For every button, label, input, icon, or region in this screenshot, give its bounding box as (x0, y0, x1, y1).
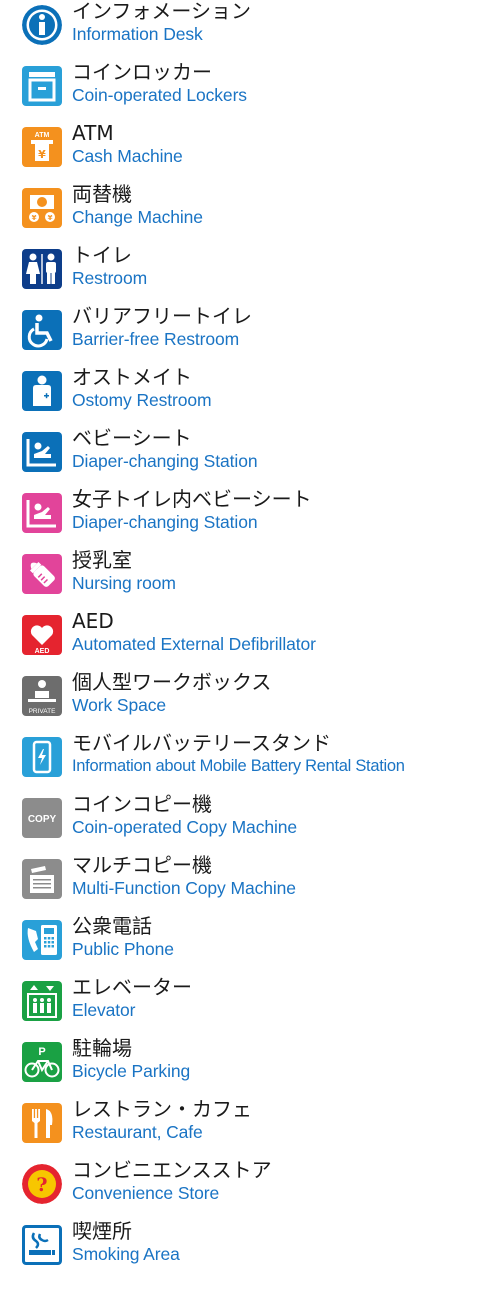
item-label-ja: マルチコピー機 (72, 853, 212, 877)
item-label-en: Ostomy Restroom (72, 390, 212, 410)
information-icon (22, 5, 62, 45)
legend-item-work-space: PRIVATE 個人型ワークボックス Work Space (22, 670, 492, 731)
smoking-icon (22, 1225, 62, 1265)
item-label-ja: バリアフリートイレ (72, 304, 252, 328)
legend-item-barrier-free: バリアフリートイレ Barrier-free Restroom (22, 304, 492, 365)
item-label-en: Barrier-free Restroom (72, 329, 240, 349)
item-label-ja: モバイルバッテリースタンド (72, 731, 331, 755)
legend-item-public-phone: 公衆電話 Public Phone (22, 914, 492, 975)
item-label-ja: トイレ (72, 243, 132, 267)
item-label-en: Diaper-changing Station (72, 512, 258, 532)
item-label-ja: インフォメーション (72, 0, 251, 23)
svg-text:¥: ¥ (32, 214, 37, 222)
bicycle-icon: P (22, 1042, 62, 1082)
item-label-ja: 両替機 (72, 182, 132, 206)
item-label-en: Information about Mobile Battery Rental … (72, 757, 405, 775)
item-label-en: Multi-Function Copy Machine (72, 878, 296, 898)
item-label-ja: AED (72, 609, 114, 633)
facility-legend: インフォメーション Information Desk コインロッカー Coin-… (0, 0, 494, 1290)
legend-item-nursing-room: 授乳室 Nursing room (22, 548, 492, 609)
legend-item-change-machine: ¥ ¥ 両替機 Change Machine (22, 182, 492, 243)
item-label-ja: 個人型ワークボックス (72, 670, 272, 694)
item-label-en: Restaurant, Cafe (72, 1122, 203, 1142)
item-label-ja: コインロッカー (72, 60, 212, 84)
item-label-en: Elevator (72, 1000, 136, 1020)
legend-item-atm: ATM ¥ ATM Cash Machine (22, 121, 492, 182)
item-label-ja: 女子トイレ内ベビーシート (72, 487, 312, 511)
change-machine-icon: ¥ ¥ (22, 188, 62, 228)
item-label-ja: エレベーター (72, 975, 192, 999)
item-label-en: Automated External Defibrillator (72, 634, 316, 654)
item-label-en: Nursing room (72, 573, 176, 593)
item-label-ja: オストメイト (72, 365, 192, 389)
item-label-en: Change Machine (72, 207, 203, 227)
atm-icon: ATM ¥ (22, 127, 62, 167)
baby-sheet-icon (22, 432, 62, 472)
baby-sheet-women-icon (22, 493, 62, 533)
item-label-en: Public Phone (72, 939, 174, 959)
legend-item-elevator: エレベーター Elevator (22, 975, 492, 1036)
convenience-store-icon: ? (22, 1164, 62, 1204)
svg-text:¥: ¥ (48, 214, 53, 222)
svg-text:¥: ¥ (38, 148, 46, 161)
item-label-ja: 授乳室 (72, 548, 132, 572)
legend-item-convenience-store: ? コンビニエンスストア Convenience Store (22, 1158, 492, 1219)
legend-item-coin-copy: COPY コインコピー機 Coin-operated Copy Machine (22, 792, 492, 853)
legend-item-ostomy: オストメイト Ostomy Restroom (22, 365, 492, 426)
item-label-en: Bicycle Parking (72, 1061, 191, 1081)
nursing-bottle-icon (22, 554, 62, 594)
svg-text:?: ? (36, 1174, 47, 1196)
legend-item-mobile-battery: モバイルバッテリースタンド Information about Mobile B… (22, 731, 492, 792)
mobile-battery-icon (22, 737, 62, 777)
legend-item-restaurant: レストラン・カフェ Restaurant, Cafe (22, 1097, 492, 1158)
item-label-ja: 駐輪場 (72, 1036, 132, 1060)
item-label-en: Diaper-changing Station (72, 451, 258, 471)
item-label-ja: レストラン・カフェ (72, 1097, 252, 1121)
svg-text:P: P (38, 1046, 45, 1058)
item-label-ja: コンビニエンスストア (72, 1158, 272, 1182)
item-label-en: Restroom (72, 268, 148, 288)
item-label-en: Coin-operated Copy Machine (72, 817, 298, 837)
legend-item-restroom: トイレ Restroom (22, 243, 492, 304)
legend-item-smoking-area: 喫煙所 Smoking Area (22, 1219, 492, 1280)
legend-item-multi-copy: マルチコピー機 Multi-Function Copy Machine (22, 853, 492, 914)
item-label-ja: 公衆電話 (72, 914, 152, 938)
item-label-en: Coin-operated Lockers (72, 85, 247, 105)
restaurant-icon (22, 1103, 62, 1143)
ostomy-icon (22, 371, 62, 411)
legend-item-baby-sheet-women: 女子トイレ内ベビーシート Diaper-changing Station (22, 487, 492, 548)
legend-item-information: インフォメーション Information Desk (22, 0, 492, 60)
legend-item-bicycle-parking: P 駐輪場 Bicycle Parking (22, 1036, 492, 1097)
phone-icon (22, 920, 62, 960)
aed-icon-text: AED (35, 648, 50, 655)
work-space-icon: PRIVATE (22, 676, 62, 716)
multi-copy-icon (22, 859, 62, 899)
aed-icon: AED (22, 615, 62, 655)
legend-item-lockers: コインロッカー Coin-operated Lockers (22, 60, 492, 121)
item-label-en: Convenience Store (72, 1183, 220, 1203)
wheelchair-icon (22, 310, 62, 350)
svg-text:ATM: ATM (35, 132, 50, 139)
item-label-en: Information Desk (72, 24, 203, 44)
legend-item-aed: AED AED Automated External Defibrillator (22, 609, 492, 670)
restroom-icon (22, 249, 62, 289)
item-label-ja: ATM (72, 121, 114, 145)
item-label-en: Work Space (72, 695, 166, 715)
item-label-ja: 喫煙所 (72, 1219, 132, 1243)
item-label-ja: ベビーシート (72, 426, 192, 450)
item-label-en: Smoking Area (72, 1244, 180, 1264)
work-space-icon-text: PRIVATE (29, 708, 57, 715)
copy-icon-text: COPY (28, 814, 57, 825)
locker-icon (22, 66, 62, 106)
legend-item-baby-sheet: ベビーシート Diaper-changing Station (22, 426, 492, 487)
item-label-ja: コインコピー機 (72, 792, 212, 816)
elevator-icon (22, 981, 62, 1021)
item-label-en: Cash Machine (72, 146, 183, 166)
copy-icon: COPY (22, 798, 62, 838)
